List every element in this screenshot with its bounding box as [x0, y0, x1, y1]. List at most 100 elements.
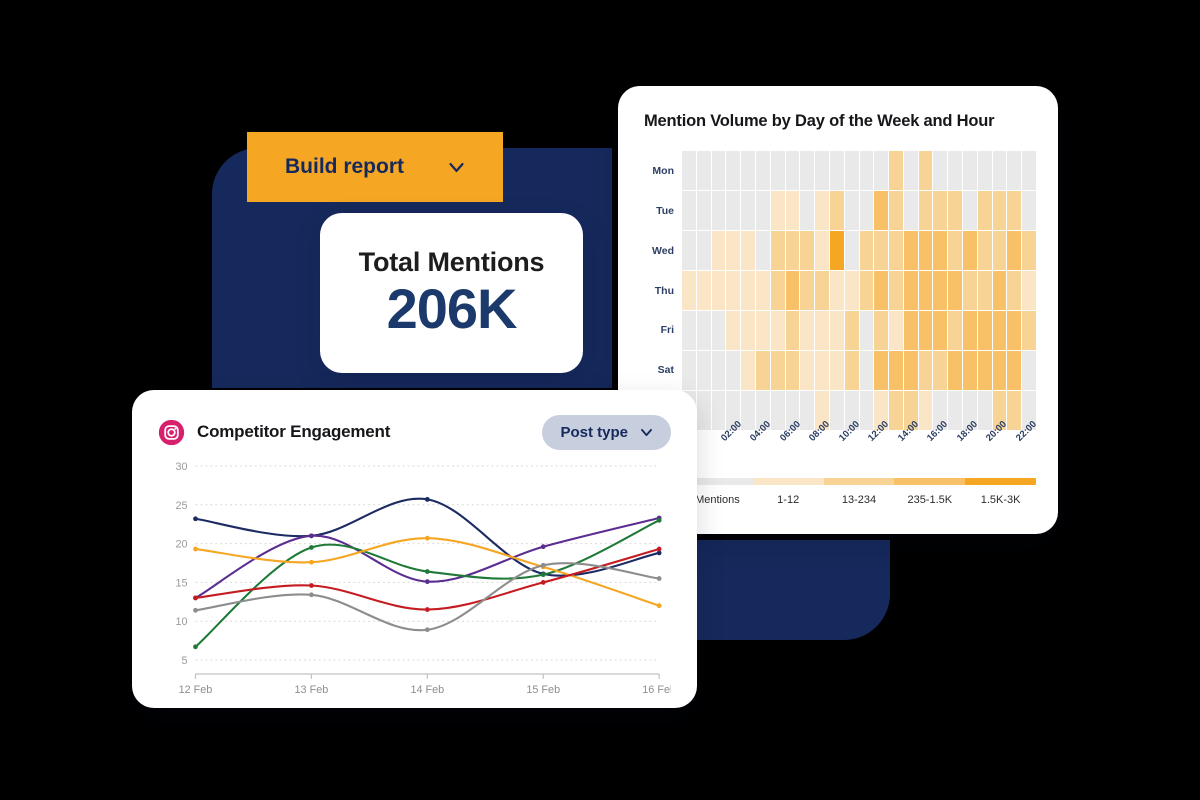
heatmap-cell[interactable] [785, 351, 800, 390]
heatmap-cell[interactable] [859, 191, 874, 230]
heatmap-cell[interactable] [1007, 231, 1022, 270]
heatmap-cell[interactable] [1022, 271, 1036, 310]
heatmap-cell[interactable] [963, 311, 977, 350]
heatmap-cell[interactable] [755, 271, 770, 310]
heatmap-cell[interactable] [992, 311, 1007, 350]
heatmap-cell[interactable] [977, 151, 992, 190]
heatmap-cell[interactable] [859, 391, 874, 430]
heatmap-cell[interactable] [844, 191, 859, 230]
heatmap-cell[interactable] [1022, 311, 1036, 350]
heatmap-cell[interactable] [918, 151, 933, 190]
heatmap-cell[interactable] [977, 391, 992, 430]
data-point[interactable] [309, 533, 314, 539]
heatmap-cell[interactable] [785, 311, 800, 350]
heatmap-cell[interactable] [785, 191, 800, 230]
heatmap-cell[interactable] [829, 271, 844, 310]
heatmap-cell[interactable] [844, 271, 859, 310]
data-point[interactable] [193, 516, 198, 522]
heatmap-cell[interactable] [711, 311, 726, 350]
heatmap-cell[interactable] [933, 151, 948, 190]
heatmap-cell[interactable] [889, 231, 903, 270]
heatmap-cell[interactable] [726, 231, 741, 270]
heatmap-cell[interactable] [770, 391, 785, 430]
heatmap-cell[interactable] [977, 351, 992, 390]
data-point[interactable] [656, 517, 662, 523]
heatmap-cell[interactable] [889, 151, 903, 190]
heatmap-cell[interactable] [948, 311, 963, 350]
heatmap-cell[interactable] [682, 191, 696, 230]
data-point[interactable] [424, 627, 430, 633]
data-point[interactable] [193, 595, 198, 601]
heatmap-cell[interactable] [1007, 351, 1022, 390]
heatmap-cell[interactable] [829, 391, 844, 430]
heatmap-cell[interactable] [726, 191, 741, 230]
heatmap-cell[interactable] [815, 191, 829, 230]
heatmap-cell[interactable] [874, 231, 889, 270]
heatmap-cell[interactable] [859, 231, 874, 270]
heatmap-cell[interactable] [741, 391, 755, 430]
heatmap-cell[interactable] [770, 311, 785, 350]
heatmap-cell[interactable] [844, 311, 859, 350]
heatmap-cell[interactable] [829, 191, 844, 230]
heatmap-cell[interactable] [682, 231, 696, 270]
heatmap-cell[interactable] [918, 391, 933, 430]
heatmap-cell[interactable] [933, 351, 948, 390]
heatmap-cell[interactable] [1007, 271, 1022, 310]
heatmap-cell[interactable] [696, 271, 711, 310]
heatmap-cell[interactable] [992, 271, 1007, 310]
heatmap-cell[interactable] [785, 231, 800, 270]
heatmap-cell[interactable] [963, 231, 977, 270]
heatmap-cell[interactable] [770, 351, 785, 390]
heatmap-cell[interactable] [963, 151, 977, 190]
heatmap-cell[interactable] [918, 311, 933, 350]
post-type-dropdown[interactable]: Post type [542, 414, 671, 450]
data-point[interactable] [656, 546, 662, 552]
data-point[interactable] [309, 545, 314, 550]
heatmap-cell[interactable] [874, 311, 889, 350]
heatmap-cell[interactable] [755, 311, 770, 350]
heatmap-cell[interactable] [977, 271, 992, 310]
heatmap-cell[interactable] [933, 311, 948, 350]
heatmap-cell[interactable] [1022, 231, 1036, 270]
heatmap-cell[interactable] [963, 351, 977, 390]
heatmap-cell[interactable] [933, 271, 948, 310]
heatmap-cell[interactable] [741, 151, 755, 190]
heatmap-cell[interactable] [741, 311, 755, 350]
data-point[interactable] [193, 607, 198, 613]
heatmap-cell[interactable] [1022, 151, 1036, 190]
heatmap-cell[interactable] [682, 271, 696, 310]
heatmap-cell[interactable] [800, 311, 815, 350]
heatmap-cell[interactable] [874, 271, 889, 310]
heatmap-cell[interactable] [889, 391, 903, 430]
heatmap-cell[interactable] [844, 351, 859, 390]
heatmap-cell[interactable] [889, 311, 903, 350]
heatmap-cell[interactable] [770, 271, 785, 310]
heatmap-cell[interactable] [800, 391, 815, 430]
build-report-button[interactable]: Build report [247, 132, 503, 202]
heatmap-cell[interactable] [711, 231, 726, 270]
heatmap-cell[interactable] [918, 191, 933, 230]
heatmap-cell[interactable] [711, 151, 726, 190]
heatmap-cell[interactable] [844, 231, 859, 270]
heatmap-cell[interactable] [992, 231, 1007, 270]
data-point[interactable] [424, 579, 430, 585]
heatmap-cell[interactable] [859, 311, 874, 350]
heatmap-cell[interactable] [682, 351, 696, 390]
heatmap-cell[interactable] [785, 151, 800, 190]
heatmap-cell[interactable] [1007, 191, 1022, 230]
heatmap-cell[interactable] [829, 311, 844, 350]
data-point[interactable] [424, 496, 430, 502]
heatmap-cell[interactable] [696, 231, 711, 270]
heatmap-cell[interactable] [1007, 391, 1022, 430]
heatmap-cell[interactable] [696, 191, 711, 230]
heatmap-cell[interactable] [711, 351, 726, 390]
heatmap-cell[interactable] [889, 351, 903, 390]
heatmap-cell[interactable] [800, 231, 815, 270]
heatmap-cell[interactable] [948, 191, 963, 230]
heatmap-cell[interactable] [726, 311, 741, 350]
heatmap-cell[interactable] [815, 311, 829, 350]
heatmap-cell[interactable] [992, 191, 1007, 230]
heatmap-cell[interactable] [903, 231, 918, 270]
heatmap-cell[interactable] [755, 231, 770, 270]
heatmap-cell[interactable] [711, 391, 726, 430]
